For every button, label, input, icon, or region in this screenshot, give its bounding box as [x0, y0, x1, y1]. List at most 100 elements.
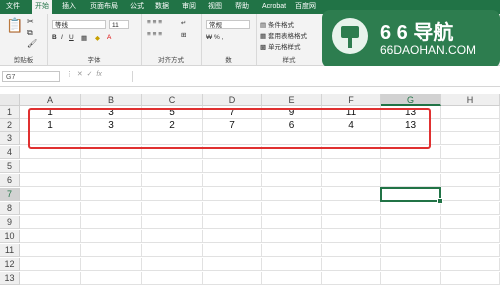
cell-h7[interactable]	[441, 188, 500, 201]
vertical-align-icons[interactable]: ≡ ≡ ≡	[147, 19, 162, 26]
tab-data[interactable]: 数据	[155, 0, 169, 14]
font-color-icon[interactable]: A	[107, 34, 111, 41]
row-header-8[interactable]: 8	[0, 202, 20, 215]
tab-view[interactable]: 视图	[208, 0, 222, 14]
tab-review[interactable]: 审阅	[182, 0, 196, 14]
cell-g9[interactable]	[381, 216, 441, 229]
cell-d5[interactable]	[203, 160, 262, 173]
column-header-b[interactable]: B	[81, 94, 142, 106]
cell-b13[interactable]	[81, 272, 142, 285]
column-header-g[interactable]: G	[381, 94, 441, 106]
row-header-3[interactable]: 3	[0, 132, 20, 145]
cell-g5[interactable]	[381, 160, 441, 173]
cell-a13[interactable]	[20, 272, 81, 285]
column-header-e[interactable]: E	[262, 94, 322, 106]
cell-d11[interactable]	[203, 244, 262, 257]
cell-f8[interactable]	[322, 202, 381, 215]
cell-d7[interactable]	[203, 188, 262, 201]
cell-g3[interactable]	[381, 132, 441, 145]
cell-d4[interactable]	[203, 146, 262, 159]
cell-h8[interactable]	[441, 202, 500, 215]
cell-b4[interactable]	[81, 146, 142, 159]
font-size-select[interactable]: 11	[109, 20, 129, 29]
cell-c3[interactable]	[142, 132, 203, 145]
cell-c13[interactable]	[142, 272, 203, 285]
cell-d10[interactable]	[203, 230, 262, 243]
cell-c10[interactable]	[142, 230, 203, 243]
cell-e8[interactable]	[262, 202, 322, 215]
tab-home[interactable]: 开始	[32, 0, 52, 14]
cell-a10[interactable]	[20, 230, 81, 243]
column-header-d[interactable]: D	[203, 94, 262, 106]
cell-f10[interactable]	[322, 230, 381, 243]
formula-input[interactable]	[132, 71, 495, 82]
cell-b2[interactable]: 3	[81, 119, 142, 132]
cell-b3[interactable]	[81, 132, 142, 145]
cell-e7[interactable]	[262, 188, 322, 201]
cell-styles-button[interactable]: ▩ 单元格样式	[260, 41, 300, 51]
cell-h11[interactable]	[441, 244, 500, 257]
cell-f1[interactable]: 11	[322, 106, 381, 119]
cell-b12[interactable]	[81, 258, 142, 271]
cell-f6[interactable]	[322, 174, 381, 187]
cell-c4[interactable]	[142, 146, 203, 159]
cell-e3[interactable]	[262, 132, 322, 145]
format-painter-icon[interactable]: 🖌	[27, 39, 37, 49]
row-header-12[interactable]: 12	[0, 258, 20, 271]
fill-handle[interactable]	[437, 198, 443, 204]
row-header-10[interactable]: 10	[0, 230, 20, 243]
cell-d3[interactable]	[203, 132, 262, 145]
cell-h6[interactable]	[441, 174, 500, 187]
underline-icon[interactable]: U	[69, 34, 74, 41]
column-header-h[interactable]: H	[441, 94, 500, 106]
cell-d1[interactable]: 7	[203, 106, 262, 119]
cell-c2[interactable]: 2	[142, 119, 203, 132]
cell-e4[interactable]	[262, 146, 322, 159]
cell-b11[interactable]	[81, 244, 142, 257]
cell-c1[interactable]: 5	[142, 106, 203, 119]
column-header-a[interactable]: A	[20, 94, 81, 106]
cell-b9[interactable]	[81, 216, 142, 229]
cell-g6[interactable]	[381, 174, 441, 187]
wrap-text-icon[interactable]: ↵	[181, 19, 186, 27]
cell-d13[interactable]	[203, 272, 262, 285]
cell-h3[interactable]	[441, 132, 500, 145]
cell-f3[interactable]	[322, 132, 381, 145]
row-header-9[interactable]: 9	[0, 216, 20, 229]
tab-file[interactable]: 文件	[6, 0, 20, 14]
cell-e1[interactable]: 9	[262, 106, 322, 119]
cell-d2[interactable]: 7	[203, 119, 262, 132]
cell-h12[interactable]	[441, 258, 500, 271]
cell-c5[interactable]	[142, 160, 203, 173]
cell-e5[interactable]	[262, 160, 322, 173]
cell-h2[interactable]	[441, 119, 500, 132]
cell-h10[interactable]	[441, 230, 500, 243]
cell-c11[interactable]	[142, 244, 203, 257]
cell-f7[interactable]	[322, 188, 381, 201]
cell-f11[interactable]	[322, 244, 381, 257]
cell-c8[interactable]	[142, 202, 203, 215]
cell-e2[interactable]: 6	[262, 119, 322, 132]
cell-e13[interactable]	[262, 272, 322, 285]
cell-a4[interactable]	[20, 146, 81, 159]
horizontal-align-icons[interactable]: ≡ ≡ ≡	[147, 31, 162, 38]
cell-a9[interactable]	[20, 216, 81, 229]
cell-f12[interactable]	[322, 258, 381, 271]
column-header-f[interactable]: F	[322, 94, 381, 106]
cell-g11[interactable]	[381, 244, 441, 257]
conditional-format-button[interactable]: ▤ 条件格式	[260, 19, 294, 29]
cell-g2[interactable]: 13	[381, 119, 441, 132]
cell-f9[interactable]	[322, 216, 381, 229]
cell-g8[interactable]	[381, 202, 441, 215]
tab-formulas[interactable]: 公式	[130, 0, 144, 14]
cut-icon[interactable]: ✂	[27, 17, 34, 27]
cell-f2[interactable]: 4	[322, 119, 381, 132]
cell-e11[interactable]	[262, 244, 322, 257]
row-header-11[interactable]: 11	[0, 244, 20, 257]
cell-d8[interactable]	[203, 202, 262, 215]
row-header-7[interactable]: 7	[0, 188, 20, 201]
cell-g10[interactable]	[381, 230, 441, 243]
cell-c7[interactable]	[142, 188, 203, 201]
tab-insert[interactable]: 插入	[62, 0, 76, 14]
format-as-table-button[interactable]: ▦ 套用表格格式	[260, 30, 307, 40]
